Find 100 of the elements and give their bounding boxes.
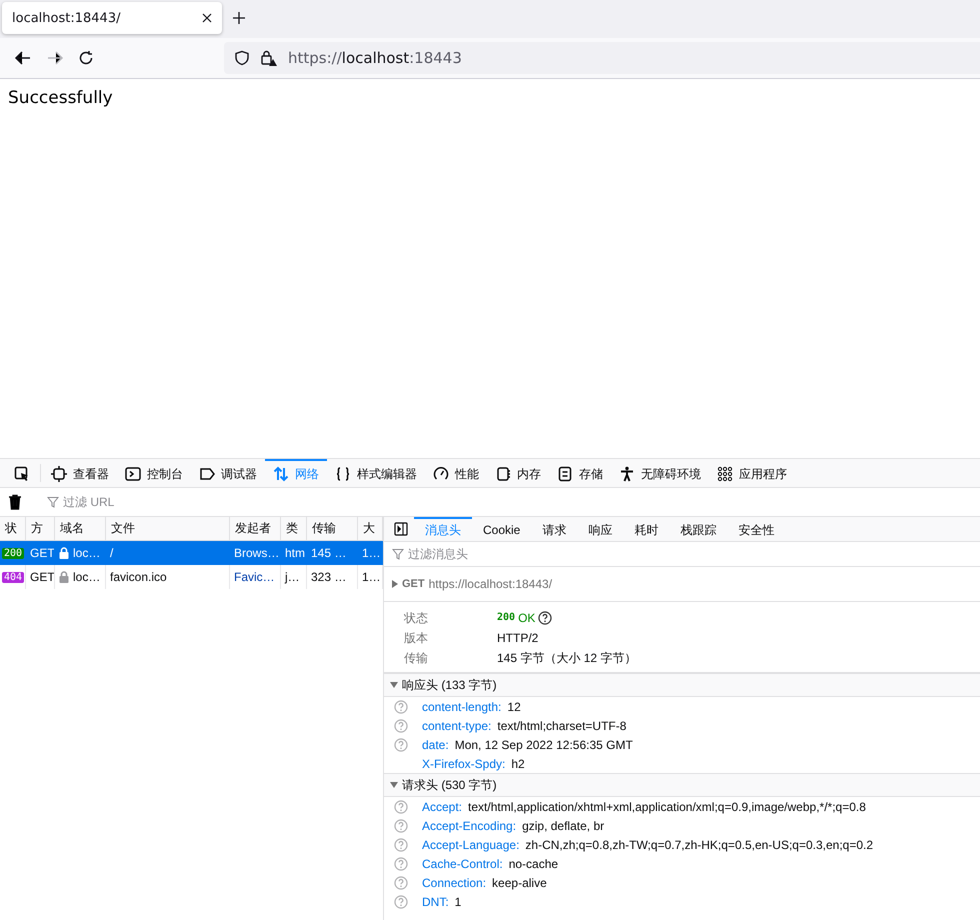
header-name: content-length: [422,700,502,714]
devtools-tab[interactable]: 样式编辑器 [327,459,425,487]
devtools-tab[interactable]: 应用程序 [709,459,795,487]
table-cell: 1… [362,546,381,560]
help-icon [394,800,408,814]
header-value: 1 [454,894,462,908]
lock-icon [59,547,69,559]
devtools-tab[interactable]: 无障碍环境 [611,459,709,487]
header-name: Accept-Encoding: [422,818,516,832]
column-header[interactable]: 状 [0,517,26,541]
gauge-icon [433,466,449,482]
details-tab[interactable]: 安全性 [727,517,786,541]
filter-icon [392,548,404,560]
request-method: GET [402,578,425,590]
status-badge: 404 [2,572,24,582]
status-text: OK [518,610,536,626]
pick-element-icon [14,466,30,482]
devtools-tab[interactable]: 存储 [549,459,611,487]
table-cell: 1… [362,570,381,584]
new-tab-button[interactable] [232,11,246,25]
help-icon [394,856,408,870]
header-name: X-Firefox-Spdy: [422,756,506,770]
expand-icon[interactable] [392,580,398,588]
details-tab[interactable]: 响应 [577,517,624,541]
header-value: gzip, deflate, br [522,818,604,832]
table-cell: Brows… [234,546,280,560]
summary-value: HTTP/2 [497,630,538,646]
header-value: 12 [507,700,521,714]
memory-chip-icon [495,466,511,482]
debugger-icon [199,466,215,482]
caret-icon [390,682,398,688]
details-tab[interactable]: 耗时 [623,517,670,541]
column-header[interactable]: 类 [281,517,307,541]
help-icon [538,611,552,625]
table-cell: loc… [73,546,100,560]
request-row[interactable]: 404 GET loc… favicon.ico Favic… j… 323 … 1… [0,565,383,589]
help-icon [394,894,408,908]
help-icon [394,738,408,752]
table-cell: GET [30,546,54,560]
browser-tab[interactable]: localhost:18443/ [2,2,222,34]
help-icon [394,876,408,890]
section-header[interactable]: 请求头 (530 字节) [384,773,980,797]
request-row[interactable]: 200 GET loc… / Brows… htm 145 … 1… [0,541,383,565]
column-header[interactable]: 传输 [307,517,358,541]
table-cell: 323 … [311,570,346,584]
devtools-tab[interactable]: 内存 [487,459,549,487]
devtools-tab[interactable]: 控制台 [117,459,191,487]
close-tab-button[interactable] [202,13,212,23]
table-cell: GET [30,570,54,584]
header-name: Accept-Language: [422,838,520,852]
grid-icon [717,466,733,482]
table-cell: Favic… [234,570,275,584]
filter-icon [47,496,59,508]
accessibility-icon [619,466,635,482]
help-icon [394,700,408,714]
table-cell: loc… [73,570,100,584]
back-button[interactable] [14,50,32,66]
column-header[interactable]: 文件 [106,517,230,541]
details-tab[interactable]: 栈跟踪 [669,517,728,541]
details-tab[interactable]: Cookie [472,517,532,541]
column-header[interactable]: 发起者 [230,517,281,541]
help-icon [394,838,408,852]
table-cell: j… [285,570,300,584]
details-tab[interactable]: 请求 [531,517,578,541]
section-header[interactable]: 响应头 (133 字节) [384,673,980,697]
address-bar[interactable]: https://localhost:18443 [224,42,980,74]
header-value: Mon, 12 Sep 2022 12:56:35 GMT [454,738,633,752]
request-url: https://localhost:18443/ [428,577,552,591]
summary-label: 传输 [404,650,429,666]
lock-icon [59,571,69,583]
page-text: Successfully [8,88,114,108]
header-name: content-type: [422,718,492,732]
devtools-tab[interactable]: 调试器 [191,459,265,487]
shield-icon [234,50,250,66]
network-icon [273,466,289,482]
caret-icon [390,782,398,788]
header-name: Connection: [422,876,486,890]
devtools-tab[interactable]: 性能 [425,459,487,487]
column-header[interactable]: 域名 [55,517,106,541]
table-cell: favicon.ico [110,570,167,584]
header-name: date: [422,738,449,752]
console-icon [125,466,141,482]
table-cell: htm [285,546,306,560]
devtools-tab[interactable]: 查看器 [43,459,117,487]
header-value: zh-CN,zh;q=0.8,zh-TW;q=0.7,zh-HK;q=0.5,en-US;q=0.3,en;q=0.2 [525,838,874,852]
column-header[interactable]: 大 [358,517,383,541]
status-badge: 200 [2,548,24,558]
reload-button[interactable] [78,50,94,66]
forward-button[interactable] [46,50,64,66]
lock-warning-icon [260,49,278,67]
column-header[interactable]: 方 [26,517,55,541]
summary-value: 145 字节（大小 12 字节） [497,650,636,666]
summary-label: 版本 [404,630,429,646]
clear-button[interactable] [8,494,22,510]
storage-icon [557,466,573,482]
status-code: 200 [497,611,516,625]
summary-label: 状态 [404,610,429,626]
header-value: h2 [511,756,525,770]
header-name: Accept: [422,800,462,814]
table-cell: 145 … [311,546,346,560]
